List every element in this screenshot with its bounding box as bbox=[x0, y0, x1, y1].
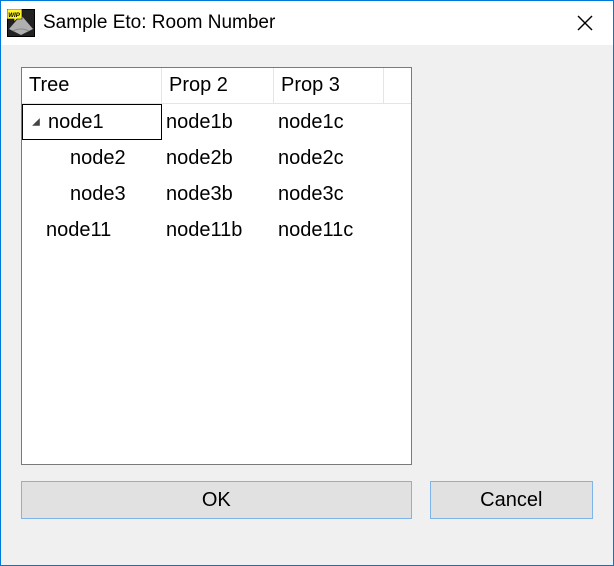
tree-cell[interactable]: node3 bbox=[22, 176, 162, 212]
button-row: OK Cancel bbox=[21, 481, 593, 519]
tree-cell[interactable]: node1 bbox=[22, 104, 162, 140]
tree-cell[interactable]: node2 bbox=[22, 140, 162, 176]
svg-text:WIP: WIP bbox=[8, 12, 21, 19]
prop3-cell: node3c bbox=[274, 176, 384, 212]
prop3-cell: node11c bbox=[274, 212, 384, 248]
column-header-prop2[interactable]: Prop 2 bbox=[162, 68, 274, 103]
tree-label: node1 bbox=[48, 111, 104, 134]
grid-row[interactable]: node11 node11bnode11c bbox=[22, 212, 411, 248]
grid-header: Tree Prop 2 Prop 3 bbox=[22, 68, 411, 104]
grid-row[interactable]: node3 node3bnode3c bbox=[22, 176, 411, 212]
ok-button[interactable]: OK bbox=[21, 481, 412, 519]
tree-label: node11 bbox=[46, 219, 111, 242]
title-bar: WIP Sample Eto: Room Number bbox=[1, 1, 613, 45]
close-icon bbox=[577, 15, 593, 31]
window-title: Sample Eto: Room Number bbox=[43, 12, 557, 34]
prop3-cell: node2c bbox=[274, 140, 384, 176]
prop2-cell: node3b bbox=[162, 176, 274, 212]
prop2-cell: node11b bbox=[162, 212, 274, 248]
prop2-cell: node1b bbox=[162, 104, 274, 140]
column-header-prop3[interactable]: Prop 3 bbox=[274, 68, 384, 103]
prop3-cell: node1c bbox=[274, 104, 384, 140]
dialog-content: Tree Prop 2 Prop 3 node1node1bnode1cnode… bbox=[1, 45, 613, 565]
tree-label: node3 bbox=[70, 183, 126, 206]
grid-row[interactable]: node1 node1bnode1c bbox=[22, 104, 411, 140]
grid-body: node1node1bnode1cnode2node2bnode2cnode3n… bbox=[22, 104, 411, 464]
cancel-button[interactable]: Cancel bbox=[430, 481, 593, 519]
app-icon: WIP bbox=[7, 9, 35, 37]
collapse-icon[interactable] bbox=[27, 117, 45, 128]
column-header-tree[interactable]: Tree bbox=[22, 68, 162, 103]
column-header-extra bbox=[384, 68, 411, 103]
tree-label: node2 bbox=[70, 147, 126, 170]
tree-cell[interactable]: node11 bbox=[22, 212, 162, 248]
prop2-cell: node2b bbox=[162, 140, 274, 176]
close-button[interactable] bbox=[557, 1, 613, 45]
grid-row[interactable]: node2 node2bnode2c bbox=[22, 140, 411, 176]
tree-grid[interactable]: Tree Prop 2 Prop 3 node1node1bnode1cnode… bbox=[21, 67, 412, 465]
